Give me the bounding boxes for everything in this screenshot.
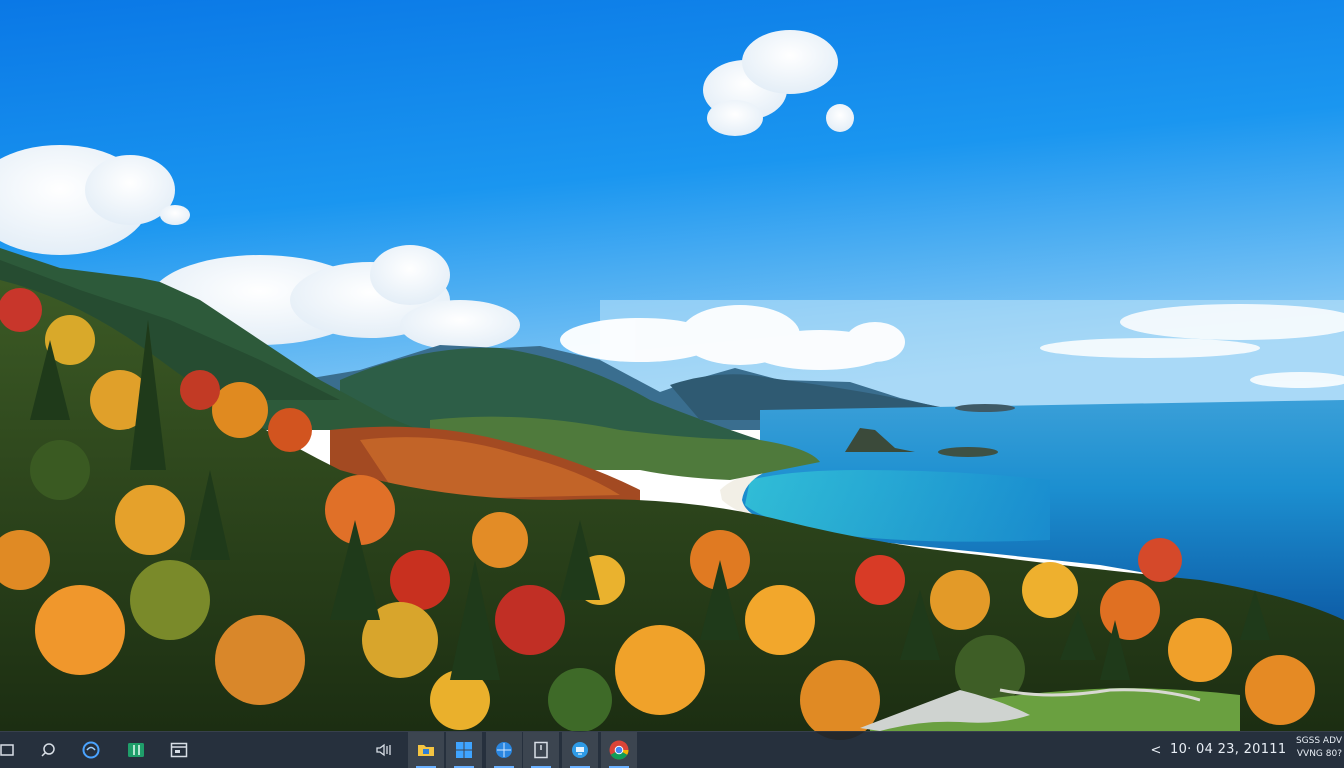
file-explorer-button[interactable] <box>408 732 444 768</box>
chrome-button[interactable] <box>601 732 637 768</box>
document-button[interactable] <box>523 732 559 768</box>
file-explorer-icon <box>416 740 436 760</box>
start-menu-button[interactable] <box>446 732 482 768</box>
chrome-icon <box>608 739 630 761</box>
windows-logo-icon <box>454 740 474 760</box>
search-button[interactable] <box>30 732 66 768</box>
edge-button[interactable] <box>73 732 109 768</box>
notify-line-2: VVNG 80? <box>1296 749 1342 759</box>
volume-button[interactable] <box>366 732 402 768</box>
browser-icon <box>494 740 514 760</box>
start-button[interactable] <box>0 732 26 768</box>
desktop: < 10· 04 23, 20111 SGSS ADV VVNG 80? <box>0 0 1344 768</box>
search-icon <box>39 741 57 759</box>
taskbar: < 10· 04 23, 20111 SGSS ADV VVNG 80? <box>0 731 1344 768</box>
desktop-wallpaper <box>0 0 1344 740</box>
remote-desktop-button[interactable] <box>562 732 598 768</box>
document-icon <box>531 740 551 760</box>
notification-text[interactable]: SGSS ADV VVNG 80? <box>1288 735 1342 765</box>
task-view-icon <box>169 740 189 760</box>
spreadsheet-icon <box>126 740 146 760</box>
tray-expand-button[interactable]: < <box>1148 732 1164 768</box>
volume-icon <box>374 740 394 760</box>
taskbar-clock[interactable]: 10· 04 23, 20111 <box>1170 732 1286 768</box>
remote-desktop-icon <box>570 740 590 760</box>
browser-button[interactable] <box>486 732 522 768</box>
spreadsheet-app-button[interactable] <box>118 732 154 768</box>
chevron-left-icon: < <box>1150 742 1162 758</box>
task-view-button[interactable] <box>161 732 197 768</box>
start-icon <box>0 742 16 758</box>
notify-line-1: SGSS ADV <box>1295 736 1342 746</box>
edge-icon <box>81 740 101 760</box>
